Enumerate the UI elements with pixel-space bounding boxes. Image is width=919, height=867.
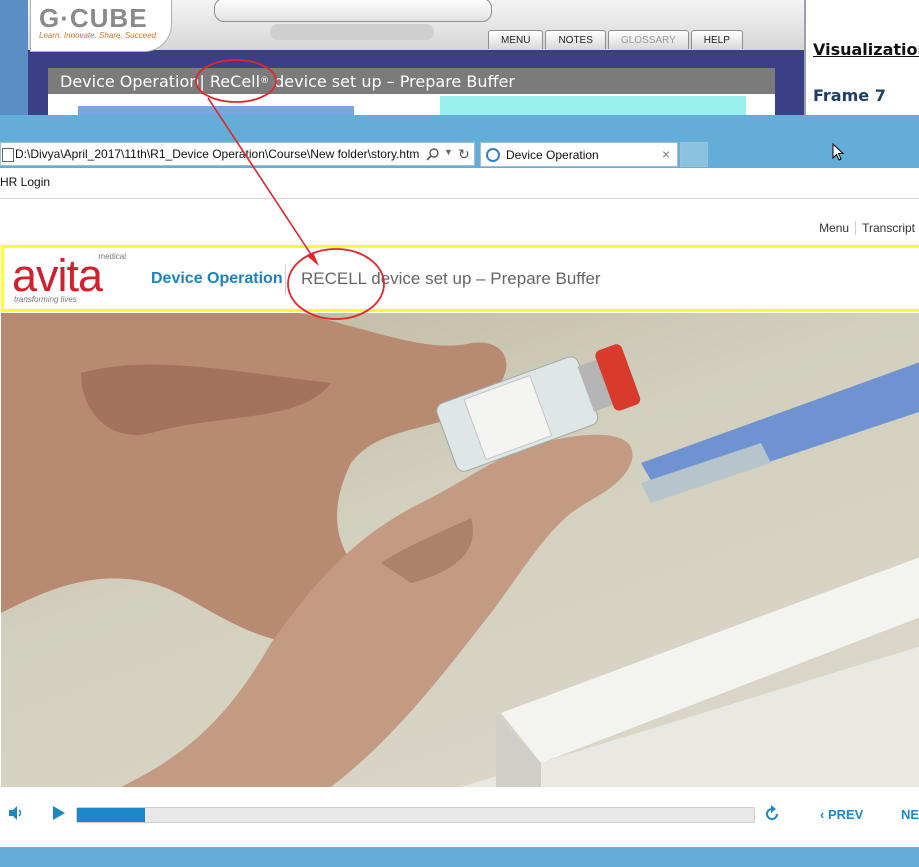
title-divider: [285, 265, 286, 295]
storyboard-blue-box: [78, 106, 354, 115]
browser-bottom-frame: [0, 847, 919, 867]
address-url[interactable]: D:\Divya\April_2017\11th\R1_Device Opera…: [15, 147, 423, 161]
player-top-links: Menu Transcript: [819, 221, 915, 235]
video-scene: [1, 313, 919, 787]
player-controls: ‹ PREV NE: [0, 787, 919, 847]
storyboard-window: G·CUBE Learn. Innovate. Share. Succeed. …: [28, 0, 806, 115]
course-header: avita medical transforming lives Device …: [1, 245, 919, 312]
replay-icon[interactable]: [763, 805, 781, 823]
ie-icon: [486, 148, 500, 162]
desktop-edge: [0, 0, 28, 115]
storyboard-subfield: [270, 24, 434, 40]
gcube-logo-text: G·CUBE: [39, 3, 148, 33]
menu-tab[interactable]: MENU: [488, 30, 544, 49]
title-brand: ReCell: [209, 72, 261, 91]
seek-bar[interactable]: [76, 807, 755, 823]
gcube-logo-tagline: Learn. Innovate. Share. Succeed.: [39, 31, 159, 40]
storyboard-menu: MENU NOTES GLOSSARY HELP: [488, 30, 745, 50]
chevron-left-icon: ‹: [820, 807, 828, 822]
play-icon[interactable]: [52, 805, 66, 821]
help-tab[interactable]: HELP: [690, 30, 743, 49]
page-icon: [2, 148, 14, 162]
tab-title: Device Operation: [506, 148, 599, 162]
storyboard-cyan-box: [440, 96, 746, 115]
address-bar[interactable]: D:\Divya\April_2017\11th\R1_Device Opera…: [0, 142, 475, 166]
refresh-icon[interactable]: ↻: [458, 146, 470, 163]
link-divider: [855, 221, 857, 235]
next-button[interactable]: NE: [901, 807, 919, 822]
gcube-logo: G·CUBE Learn. Innovate. Share. Succeed.: [30, 0, 172, 52]
search-icon[interactable]: [426, 147, 440, 161]
slide-title: RECELL device set up – Prepare Buffer: [301, 269, 601, 288]
close-icon[interactable]: ×: [662, 146, 670, 162]
dropdown-icon[interactable]: ▼: [444, 147, 453, 157]
cursor-icon: [832, 143, 845, 161]
notes-tab[interactable]: NOTES: [545, 30, 606, 49]
course-name: Device Operation: [151, 270, 283, 287]
document-panel: Visualization Frame 7: [806, 0, 919, 115]
storyboard-slide-title: Device Operation| ReCell® device set up …: [48, 68, 775, 94]
avita-logo-tagline: transforming lives: [14, 295, 77, 304]
seek-progress: [77, 808, 145, 822]
title-suffix: device set up – Prepare Buffer: [269, 72, 515, 91]
title-prefix: Device Operation|: [60, 72, 210, 91]
avita-logo: avita medical transforming lives: [12, 250, 128, 308]
favorite-hr-login[interactable]: HR Login: [0, 175, 50, 189]
storyboard-toolbar: G·CUBE Learn. Innovate. Share. Succeed. …: [28, 0, 804, 52]
avita-logo-medical: medical: [98, 252, 126, 261]
transcript-link[interactable]: Transcript: [862, 221, 915, 235]
mute-icon[interactable]: [8, 805, 24, 821]
browser-tab[interactable]: Device Operation ×: [480, 142, 678, 167]
menu-link[interactable]: Menu: [819, 221, 849, 235]
title-reg: ®: [260, 76, 270, 86]
doc-heading: Visualization: [813, 40, 919, 59]
next-label: NE: [901, 807, 919, 822]
glossary-tab[interactable]: GLOSSARY: [607, 30, 689, 49]
favorites-bar: HR Login: [0, 168, 919, 199]
new-tab-button[interactable]: [680, 142, 708, 167]
doc-frame-label: Frame 7: [813, 86, 886, 105]
storyboard-slide: Device Operation| ReCell® device set up …: [48, 68, 775, 115]
storyboard-search-field[interactable]: [214, 0, 492, 22]
prev-button[interactable]: ‹ PREV: [820, 807, 863, 822]
prev-label: PREV: [827, 807, 864, 822]
browser-window: D:\Divya\April_2017\11th\R1_Device Opera…: [0, 115, 919, 867]
video-frame[interactable]: [1, 313, 919, 787]
course-player: Menu Transcript avita medical transformi…: [0, 199, 919, 847]
